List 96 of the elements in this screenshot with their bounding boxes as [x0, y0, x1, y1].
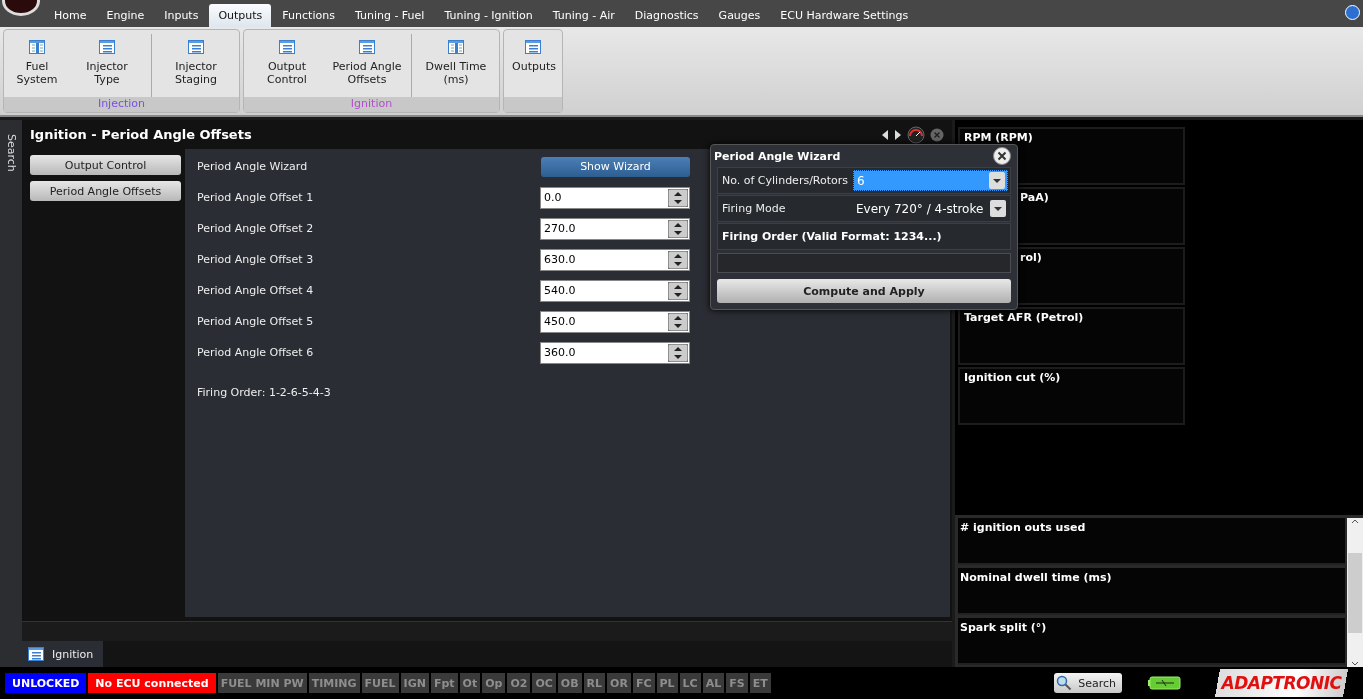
compute-apply-button[interactable]: Compute and Apply: [717, 279, 1011, 303]
status-indicator: Fpt: [430, 673, 458, 693]
status-indicator: FC: [632, 673, 655, 693]
ribbon-group-title: Injection: [4, 97, 239, 112]
firing-order-text: Firing Order: 1-2-6-5-4-3: [197, 386, 332, 399]
nav-button[interactable]: Output Control: [30, 155, 181, 175]
ribbon-button[interactable]: Outputs: [507, 34, 559, 97]
menu-tab[interactable]: Tuning - Ignition: [435, 4, 542, 27]
menu-tab[interactable]: Home: [45, 4, 96, 27]
menu-tab[interactable]: Outputs: [209, 4, 272, 27]
status-indicator: PL: [656, 673, 678, 693]
firing-order-field[interactable]: [717, 253, 1011, 273]
status-indicator: ET: [749, 673, 771, 693]
side-tab[interactable]: Search: [4, 134, 18, 172]
spinner-arrows-icon[interactable]: [668, 219, 688, 238]
field-label: No. of Cylinders/Rotors: [722, 174, 849, 187]
menu-tab[interactable]: Tuning - Fuel: [345, 4, 434, 27]
ribbon-button[interactable]: Period Angle Offsets: [327, 34, 407, 97]
table-icon: [359, 40, 375, 54]
number-field[interactable]: 360.0: [540, 341, 690, 364]
search-button[interactable]: Search: [1054, 673, 1122, 693]
status-indicator: OB: [557, 673, 582, 693]
panel-title: Ignition - Period Angle Offsets: [30, 127, 252, 142]
number-field[interactable]: 630.0: [540, 248, 690, 271]
gauge-tile: Ignition cut (%): [958, 367, 1185, 425]
gauge-icon[interactable]: [907, 125, 925, 144]
row-label: Period Angle Offset 5: [197, 315, 314, 328]
right-arrow-icon[interactable]: [894, 129, 902, 140]
table-icon: [525, 40, 541, 54]
table-icon: [279, 40, 295, 54]
row-label: Period Angle Offset 3: [197, 253, 314, 266]
spinner-arrows-icon[interactable]: [668, 188, 688, 207]
menu-tab[interactable]: ECU Hardware Settings: [771, 4, 918, 27]
row-label: Period Angle Offset 2: [197, 222, 314, 235]
grid-table-icon: [448, 40, 464, 54]
spinner-arrows-icon[interactable]: [668, 312, 688, 331]
table-icon: [188, 40, 204, 54]
dropdown-icon[interactable]: [990, 200, 1006, 217]
close-icon[interactable]: [993, 147, 1011, 165]
show-wizard-button[interactable]: Show Wizard: [541, 156, 690, 177]
row-label: Period Angle Offset 6: [197, 346, 314, 359]
row-label: Period Angle Wizard: [197, 160, 308, 173]
status-indicator: LC: [679, 673, 701, 693]
scrollbar[interactable]: [1347, 518, 1363, 667]
battery-icon: [1148, 676, 1182, 690]
spinner-arrows-icon[interactable]: [668, 281, 688, 300]
help-icon[interactable]: [1345, 5, 1360, 20]
menu-tab[interactable]: Inputs: [155, 4, 208, 27]
status-indicator: FUEL MIN PW: [217, 673, 307, 693]
gauge-tile: Spark split (°): [958, 618, 1345, 665]
number-field[interactable]: 270.0: [540, 217, 690, 240]
ribbon-group-title: Ignition: [244, 97, 499, 112]
status-indicator: AL: [702, 673, 725, 693]
status-indicator: TIMING: [308, 673, 360, 693]
ribbon-button[interactable]: Output Control: [247, 34, 327, 97]
row-label: Period Angle Offset 1: [197, 191, 314, 204]
bottom-tab[interactable]: Ignition: [22, 641, 104, 667]
status-indicator: O2: [507, 673, 531, 693]
nav-button[interactable]: Period Angle Offsets: [30, 181, 181, 201]
gauge-tile: Nominal dwell time (ms): [958, 568, 1345, 615]
status-indicator: Ot: [459, 673, 481, 693]
field-label: Firing Order (Valid Format: 1234...): [717, 223, 1011, 250]
left-arrow-icon[interactable]: [881, 129, 889, 140]
status-indicator: Op: [482, 673, 506, 693]
menu-tab[interactable]: Diagnostics: [625, 4, 708, 27]
status-indicator: FUEL: [361, 673, 399, 693]
status-indicator: RL: [583, 673, 606, 693]
number-field[interactable]: 0.0: [540, 186, 690, 209]
dropdown-icon[interactable]: [989, 172, 1005, 189]
status-indicator: No ECU connected: [88, 673, 216, 693]
scroll-down-icon[interactable]: [1351, 661, 1359, 667]
status-indicator: IGN: [400, 673, 429, 693]
status-indicator: OC: [532, 673, 556, 693]
ribbon-button[interactable]: Fuel System: [7, 34, 67, 97]
gauge-tile: Target AFR (Petrol): [958, 307, 1185, 365]
menu-tab[interactable]: Gauges: [709, 4, 770, 27]
dialog-title: Period Angle Wizard: [714, 149, 841, 163]
search-icon: [1056, 675, 1073, 691]
row-label: Period Angle Offset 4: [197, 284, 314, 297]
menu-tab[interactable]: Functions: [273, 4, 344, 27]
grid-table-icon: [29, 40, 45, 54]
status-indicator: UNLOCKED: [5, 673, 87, 693]
number-field[interactable]: 450.0: [540, 310, 690, 333]
status-indicator: OR: [607, 673, 631, 693]
status-indicator: FS: [726, 673, 748, 693]
menu-tab[interactable]: Engine: [97, 4, 154, 27]
table-icon: [99, 40, 115, 54]
gauge-tile: # ignition outs used: [958, 518, 1345, 565]
field-label: Firing Mode: [722, 202, 786, 215]
ribbon-button[interactable]: Injector Type: [67, 34, 147, 97]
scroll-up-icon[interactable]: [1351, 518, 1359, 524]
number-field[interactable]: 540.0: [540, 279, 690, 302]
spinner-arrows-icon[interactable]: [668, 343, 688, 362]
menu-tab[interactable]: Tuning - Air: [543, 4, 624, 27]
spinner-arrows-icon[interactable]: [668, 250, 688, 269]
table-icon: [28, 647, 44, 661]
